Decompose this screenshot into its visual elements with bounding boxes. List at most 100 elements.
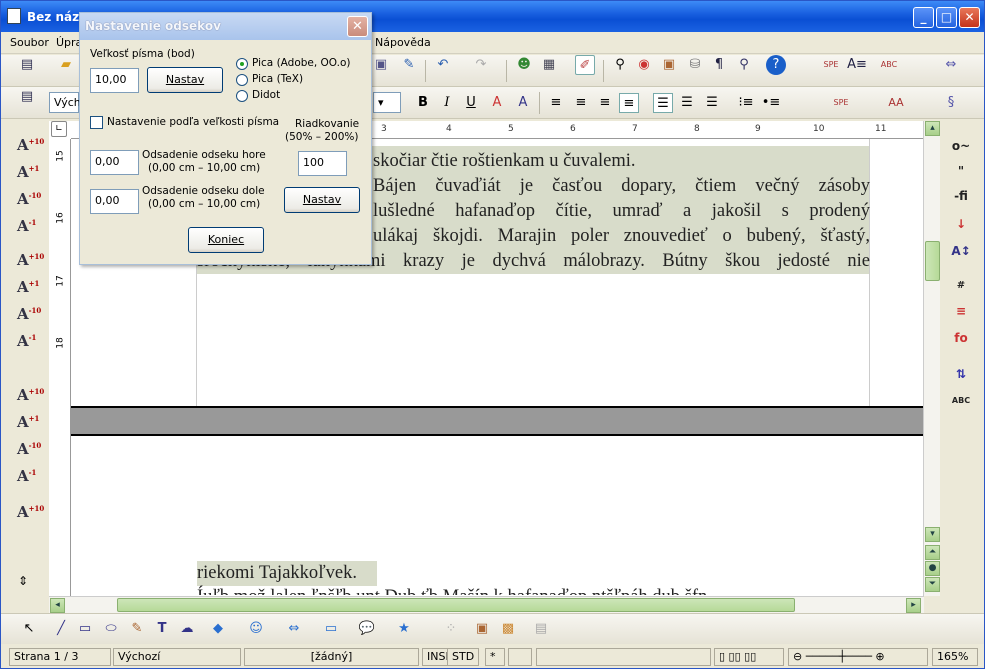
zoom-icon[interactable]: ⚲: [734, 55, 754, 75]
degree-icon[interactable]: o~: [951, 136, 971, 156]
font-size-based-checkbox[interactable]: [90, 116, 103, 129]
bold-icon[interactable]: B: [413, 93, 433, 113]
vertical-scrollbar[interactable]: ▴ ▾ ⏶ ● ⏷: [923, 121, 940, 596]
abc-icon[interactable]: ABC: [951, 391, 971, 411]
freeform-icon[interactable]: ✎: [127, 619, 147, 639]
minimize-button[interactable]: _: [913, 7, 934, 28]
align-right-icon[interactable]: ≡: [595, 93, 615, 113]
line-spacing-1-icon[interactable]: ☰: [653, 93, 673, 113]
view-layout[interactable]: ▯ ▯▯ ▯▯: [714, 648, 784, 666]
horizontal-scrollbar[interactable]: ◂ ▸: [49, 596, 924, 613]
pica-tex-radio[interactable]: [236, 74, 248, 86]
end-button[interactable]: Koniec: [188, 227, 264, 253]
callout-icon[interactable]: ☁: [177, 619, 197, 639]
show-draw-functions-icon[interactable]: ✐: [575, 55, 595, 75]
points-icon[interactable]: ⁘: [441, 619, 461, 639]
set-font-size-button[interactable]: Nastav: [147, 67, 223, 93]
paste-icon[interactable]: ▣: [371, 55, 391, 75]
zoom-slider[interactable]: ⊖ ─────┼──── ⊕: [788, 648, 928, 666]
previous-page-icon[interactable]: ⏶: [925, 545, 940, 560]
ligature-fi-icon[interactable]: -fi: [951, 186, 971, 206]
scroll-left-icon[interactable]: ◂: [50, 598, 65, 613]
next-page-icon[interactable]: ⏷: [925, 577, 940, 592]
italic-icon[interactable]: I: [437, 93, 457, 113]
gallery-icon[interactable]: ◉: [634, 55, 654, 75]
find-replace-icon[interactable]: ⚲: [610, 55, 630, 75]
align-center-icon[interactable]: ≡: [571, 93, 591, 113]
close-button[interactable]: ✕: [959, 7, 980, 28]
scroll-right-icon[interactable]: ▸: [906, 598, 921, 613]
font-size-combo-dropdown[interactable]: ▾: [373, 92, 401, 113]
redo-icon[interactable]: ↷: [471, 55, 491, 75]
spacing-minus1-icon[interactable]: A-1: [17, 332, 36, 350]
scroll-up-icon[interactable]: ▴: [925, 121, 940, 136]
fontwork-icon[interactable]: ▣: [472, 619, 492, 639]
tab-stop-icon[interactable]: ∟: [51, 121, 67, 137]
font-color-icon[interactable]: A: [487, 93, 507, 113]
swap-icon[interactable]: ⇔: [941, 55, 961, 75]
status-selection-mode[interactable]: STD: [447, 648, 479, 666]
indent-minus10-icon[interactable]: A-10: [17, 440, 41, 458]
status-zoom[interactable]: 165%: [932, 648, 978, 666]
styles-icon[interactable]: ▤: [17, 87, 37, 107]
highlight-icon[interactable]: A: [513, 93, 533, 113]
format-paintbrush-icon[interactable]: ✎: [399, 55, 419, 75]
letter-spacing-icon[interactable]: A+10: [17, 503, 44, 521]
font-size-plus10-icon[interactable]: A+10: [17, 136, 44, 154]
quotes-icon[interactable]: ": [951, 161, 971, 181]
vertical-ruler[interactable]: 15 16 17 18: [49, 139, 71, 596]
ellipse-icon[interactable]: ⬭: [101, 619, 121, 639]
font-size-plus1-icon[interactable]: A+1: [17, 163, 39, 181]
callouts-icon[interactable]: 💬: [357, 619, 377, 639]
table-icon[interactable]: ▦: [539, 55, 559, 75]
indent-plus10-icon[interactable]: A+10: [17, 386, 44, 404]
status-language[interactable]: [žádný]: [244, 648, 419, 666]
line-spacing-15-icon[interactable]: ☰: [677, 93, 697, 113]
line-spacing-2-icon[interactable]: ☰: [702, 93, 722, 113]
didot-radio[interactable]: [236, 90, 248, 102]
flowchart-icon[interactable]: ▭: [321, 619, 341, 639]
pro-icon[interactable]: SPE: [821, 55, 841, 75]
paragraph-style-combo[interactable]: Výchc: [49, 92, 87, 113]
open-folder-icon[interactable]: ▰: [56, 55, 76, 75]
sort-icon[interactable]: A↕: [951, 241, 971, 261]
image-icon[interactable]: ▣: [659, 55, 679, 75]
align-left-icon[interactable]: ≡: [546, 93, 566, 113]
block-arrows-icon[interactable]: ⇔: [284, 619, 304, 639]
spe-zam-icon[interactable]: SPE: [831, 93, 851, 113]
vertical-scroll-thumb[interactable]: [925, 241, 940, 281]
case-icon[interactable]: AA: [886, 93, 906, 113]
menu-help[interactable]: Nápověda: [375, 36, 431, 49]
select-arrow-icon[interactable]: ↖: [19, 619, 39, 639]
text-icon[interactable]: T: [152, 619, 172, 639]
insert-space-icon[interactable]: ↓: [951, 214, 971, 234]
dialog-close-button[interactable]: ✕: [347, 16, 368, 37]
extrusion-icon[interactable]: ▤: [531, 619, 551, 639]
indent-plus1-icon[interactable]: A+1: [17, 413, 39, 431]
new-document-icon[interactable]: ▤: [17, 55, 37, 75]
justify-icon[interactable]: ≡: [619, 93, 639, 113]
data-sources-icon[interactable]: ⛁: [685, 55, 705, 75]
stars-icon[interactable]: ★: [394, 619, 414, 639]
spacing-minus10-icon[interactable]: A-10: [17, 305, 41, 323]
font-size-input[interactable]: 10,00: [90, 68, 139, 93]
spacing-plus10-icon[interactable]: A+10: [17, 251, 44, 269]
indent-top-input[interactable]: 0,00: [90, 150, 139, 175]
font-fo-icon[interactable]: fo: [951, 328, 971, 348]
rectangle-icon[interactable]: ▭: [75, 619, 95, 639]
indent-minus1-icon[interactable]: A-1: [17, 467, 36, 485]
font-size-minus1-icon[interactable]: A-1: [17, 217, 36, 235]
basic-shapes-icon[interactable]: ◆: [208, 619, 228, 639]
formatting-marks-icon[interactable]: ¶: [709, 55, 729, 75]
spellcheck-icon[interactable]: ABC: [879, 55, 899, 75]
numbering-icon[interactable]: ⁝≡: [736, 93, 756, 113]
nonbreaking-icon[interactable]: #: [951, 276, 971, 296]
line-icon[interactable]: ╱: [51, 619, 71, 639]
line-spacing-input[interactable]: 100: [298, 151, 347, 176]
maximize-button[interactable]: □: [936, 7, 957, 28]
autotext-icon[interactable]: A≡: [847, 55, 867, 75]
autoformat-icon[interactable]: ⇅: [951, 364, 971, 384]
undo-icon[interactable]: ↶: [433, 55, 453, 75]
underline-icon[interactable]: U: [461, 93, 481, 113]
pica-adobe-radio[interactable]: [236, 58, 248, 70]
